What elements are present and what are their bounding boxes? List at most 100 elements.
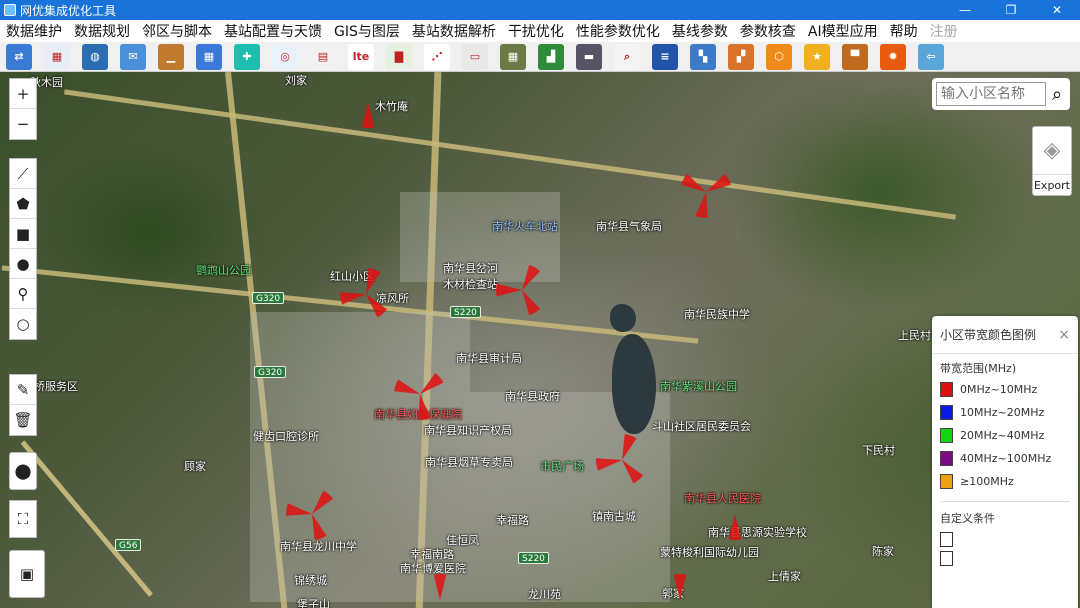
- exit-icon[interactable]: ⇦: [918, 43, 944, 70]
- device-icon[interactable]: ▬: [576, 43, 602, 70]
- zoom-control: + −: [9, 78, 37, 140]
- legend-close-icon[interactable]: ×: [1058, 327, 1070, 343]
- menu-data-maintenance[interactable]: 数据维护: [0, 21, 68, 41]
- star-icon[interactable]: ★: [804, 43, 830, 70]
- map-view[interactable]: G320 S220 G320 S220 G56 秋木园 刘家 木竹庵 南华火车北站 南华…: [0, 72, 1080, 608]
- custom-condition-label: 自定义条件: [940, 512, 995, 525]
- delete-icon[interactable]: 🗑: [10, 405, 36, 435]
- lte-icon[interactable]: lte: [348, 43, 374, 70]
- nodes-icon[interactable]: ⋰: [424, 43, 450, 70]
- legend-color-swatch[interactable]: [940, 405, 953, 420]
- cell-sector[interactable]: [681, 173, 706, 192]
- window-title: 网优集成优化工具: [20, 3, 117, 18]
- cell-sector[interactable]: [418, 394, 431, 420]
- rectangle-tool-icon[interactable]: ■: [10, 219, 36, 249]
- globe-icon[interactable]: ◍: [82, 43, 108, 70]
- custom-condition-checkbox[interactable]: [940, 551, 953, 566]
- server-icon[interactable]: ▭: [462, 43, 488, 70]
- table-icon[interactable]: ▦: [44, 43, 70, 70]
- circle-tool-icon[interactable]: ●: [10, 249, 36, 279]
- legend-item-label: 10MHz~20MHz: [960, 406, 1045, 419]
- search-doc-icon[interactable]: ⌕: [614, 43, 640, 70]
- fullscreen-icon[interactable]: ⛶: [10, 501, 36, 537]
- report-icon[interactable]: ≡: [652, 43, 678, 70]
- menu-site-parsing[interactable]: 基站数据解析: [406, 21, 502, 41]
- menu-site-config[interactable]: 基站配置与天馈: [218, 21, 328, 41]
- cell-sector[interactable]: [706, 173, 731, 192]
- line-tool-icon[interactable]: ⟋: [10, 159, 36, 189]
- menu-data-planning[interactable]: 数据规划: [68, 21, 136, 41]
- menu-ai-model[interactable]: AI模型应用: [802, 21, 884, 41]
- circle-outline-tool-icon[interactable]: ○: [10, 309, 36, 339]
- landscape-icon[interactable]: ▁: [158, 43, 184, 70]
- menu-param-check[interactable]: 参数核查: [734, 21, 802, 41]
- legend-color-swatch[interactable]: [940, 428, 953, 443]
- legend-color-swatch[interactable]: [940, 382, 953, 397]
- edit-icon[interactable]: ✎: [10, 375, 36, 405]
- menu-performance[interactable]: 性能参数优化: [570, 21, 666, 41]
- mail-icon[interactable]: ✉: [120, 43, 146, 70]
- search-icon[interactable]: ⌕: [1052, 84, 1062, 105]
- cell-sector[interactable]: [340, 292, 366, 305]
- cell-sector[interactable]: [596, 458, 622, 471]
- calculator-icon[interactable]: ▦: [196, 43, 222, 70]
- menu-baseline[interactable]: 基线参数: [666, 21, 734, 41]
- marker-tool-icon[interactable]: ⚲: [10, 279, 36, 309]
- cell-sector[interactable]: [312, 514, 327, 540]
- menu-register[interactable]: 注册: [924, 21, 964, 41]
- cell-sector[interactable]: [728, 514, 742, 540]
- cell-sector[interactable]: [312, 490, 333, 514]
- cell-sectors-layer: [286, 102, 742, 600]
- legend-divider: [940, 501, 1070, 502]
- menu-neighbor-script[interactable]: 邻区与脚本: [136, 21, 218, 41]
- zoom-in-button[interactable]: +: [10, 79, 36, 109]
- layers-control[interactable]: ◈ Export: [1032, 126, 1072, 196]
- cell-sector[interactable]: [433, 574, 447, 600]
- cell-sector[interactable]: [366, 294, 387, 318]
- maximize-button[interactable]: ❐: [988, 0, 1034, 20]
- cell-sector[interactable]: [286, 503, 312, 516]
- menu-help[interactable]: 帮助: [884, 21, 924, 41]
- chart-map-icon[interactable]: ▟: [538, 43, 564, 70]
- location-pin-icon[interactable]: ⬤: [10, 453, 36, 489]
- map-tile-icon[interactable]: ▦: [500, 43, 526, 70]
- minimize-button[interactable]: —: [942, 0, 988, 20]
- cell-sector[interactable]: [522, 290, 541, 315]
- cell-sector[interactable]: [366, 268, 381, 294]
- cell-sector[interactable]: [394, 379, 420, 395]
- china-mobile-icon[interactable]: ◎: [272, 43, 298, 70]
- polygon-tool-icon[interactable]: ⬟: [10, 189, 36, 219]
- zoom-out-button[interactable]: −: [10, 109, 36, 139]
- cell-search-box: ⌕: [932, 78, 1070, 110]
- cell-sector[interactable]: [496, 283, 522, 297]
- legend-color-swatch[interactable]: [940, 474, 953, 489]
- plugin-icon[interactable]: ✚: [234, 43, 260, 70]
- bar-chart-icon[interactable]: ▇: [386, 43, 412, 70]
- close-button[interactable]: ✕: [1034, 0, 1080, 20]
- custom-condition-checkbox[interactable]: [940, 532, 953, 547]
- fire-icon[interactable]: ✹: [880, 43, 906, 70]
- cell-sector[interactable]: [522, 265, 541, 290]
- cell-sector[interactable]: [420, 373, 444, 394]
- cell-name-search-input[interactable]: [936, 82, 1046, 106]
- menu-interference[interactable]: 干扰优化: [502, 21, 570, 41]
- menu-gis-layers[interactable]: GIS与图层: [328, 21, 406, 41]
- legend-item: ≥100MHz: [932, 470, 1078, 493]
- image-icon[interactable]: ▀: [842, 43, 868, 70]
- legend-color-swatch[interactable]: [940, 451, 953, 466]
- cell-sector[interactable]: [622, 460, 643, 484]
- menu-bar: 数据维护 数据规划 邻区与脚本 基站配置与天馈 GIS与图层 基站数据解析 干扰…: [0, 20, 1080, 42]
- layers-icon[interactable]: ◈: [1033, 127, 1071, 175]
- cell-sector[interactable]: [673, 574, 687, 600]
- cell-sector[interactable]: [695, 192, 708, 218]
- cell-sector[interactable]: [622, 434, 637, 460]
- legend-items: 0MHz~10MHz 10MHz~20MHz 20MHz~40MHz 40MHz~10…: [932, 378, 1078, 493]
- print-icon[interactable]: ▣: [10, 551, 44, 597]
- cell-sector[interactable]: [361, 102, 375, 128]
- network-config-icon[interactable]: ⇄: [6, 43, 32, 70]
- export-label[interactable]: Export: [1033, 175, 1071, 195]
- coverage-icon[interactable]: ▞: [728, 43, 754, 70]
- document-icon[interactable]: ▤: [310, 43, 336, 70]
- hexagon-icon[interactable]: ⬡: [766, 43, 792, 70]
- heatmap-icon[interactable]: ▚: [690, 43, 716, 70]
